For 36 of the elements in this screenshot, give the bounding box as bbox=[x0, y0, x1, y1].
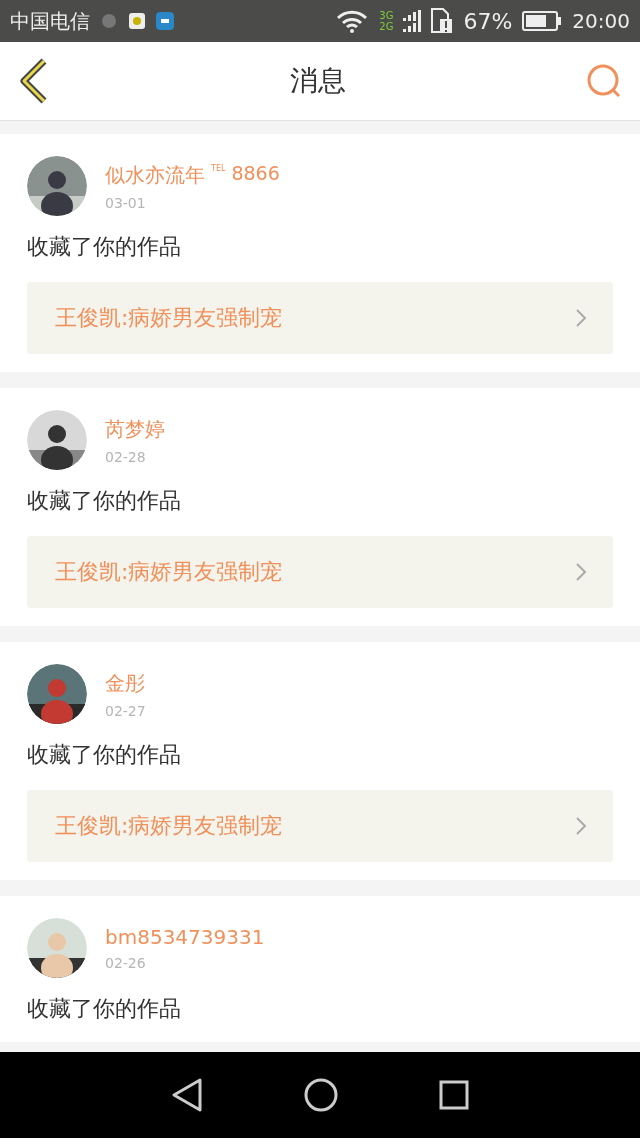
name-superscript: TEL bbox=[211, 163, 226, 173]
network-label: 2G bbox=[379, 21, 394, 32]
work-link[interactable]: 王俊凯:病娇男友强制宠 bbox=[27, 790, 613, 862]
notification-icon bbox=[128, 12, 146, 30]
chevron-icon bbox=[575, 562, 587, 582]
page-title: 消息 bbox=[290, 63, 346, 99]
name-suffix: 8866 bbox=[231, 161, 280, 184]
carrier-name: 中国电信 bbox=[10, 7, 90, 35]
message-text: 收藏了你的作品 bbox=[27, 233, 182, 261]
work-link[interactable]: 王俊凯:病娇男友强制宠 bbox=[27, 536, 613, 608]
message-date: 02-26 bbox=[105, 955, 147, 971]
clock-time: 20:00 bbox=[572, 9, 630, 33]
battery-icon bbox=[522, 11, 563, 31]
back-nav-icon[interactable] bbox=[170, 1078, 203, 1112]
message-date: 02-27 bbox=[105, 702, 146, 719]
notification-icon bbox=[100, 12, 118, 30]
message-text: 收藏了你的作品 bbox=[27, 741, 182, 769]
work-link[interactable]: 王俊凯:病娇男友强制宠 bbox=[27, 282, 613, 354]
message-date: 03-01 bbox=[105, 194, 147, 211]
network-label: 3G bbox=[379, 10, 394, 21]
chevron-icon bbox=[575, 308, 587, 328]
battery-percent: 67% bbox=[463, 8, 513, 34]
user-name[interactable]: bm8534739331 bbox=[105, 925, 265, 949]
user-name[interactable]: 金彤 bbox=[105, 669, 145, 697]
sim-alert-icon bbox=[431, 8, 454, 34]
home-nav-icon[interactable] bbox=[304, 1078, 338, 1112]
notification-icon bbox=[156, 12, 174, 30]
message-date: 02-28 bbox=[105, 448, 147, 465]
user-name[interactable]: 似水亦流年 bbox=[105, 161, 205, 189]
message-text: 收藏了你的作品 bbox=[27, 487, 182, 515]
message-text: 收藏了你的作品 bbox=[27, 995, 182, 1023]
chevron-icon bbox=[575, 816, 587, 836]
signal-icon bbox=[403, 10, 422, 32]
wifi-icon bbox=[335, 9, 370, 33]
recents-nav-icon[interactable] bbox=[439, 1080, 470, 1110]
user-name[interactable]: 芮梦婷 bbox=[105, 415, 165, 443]
